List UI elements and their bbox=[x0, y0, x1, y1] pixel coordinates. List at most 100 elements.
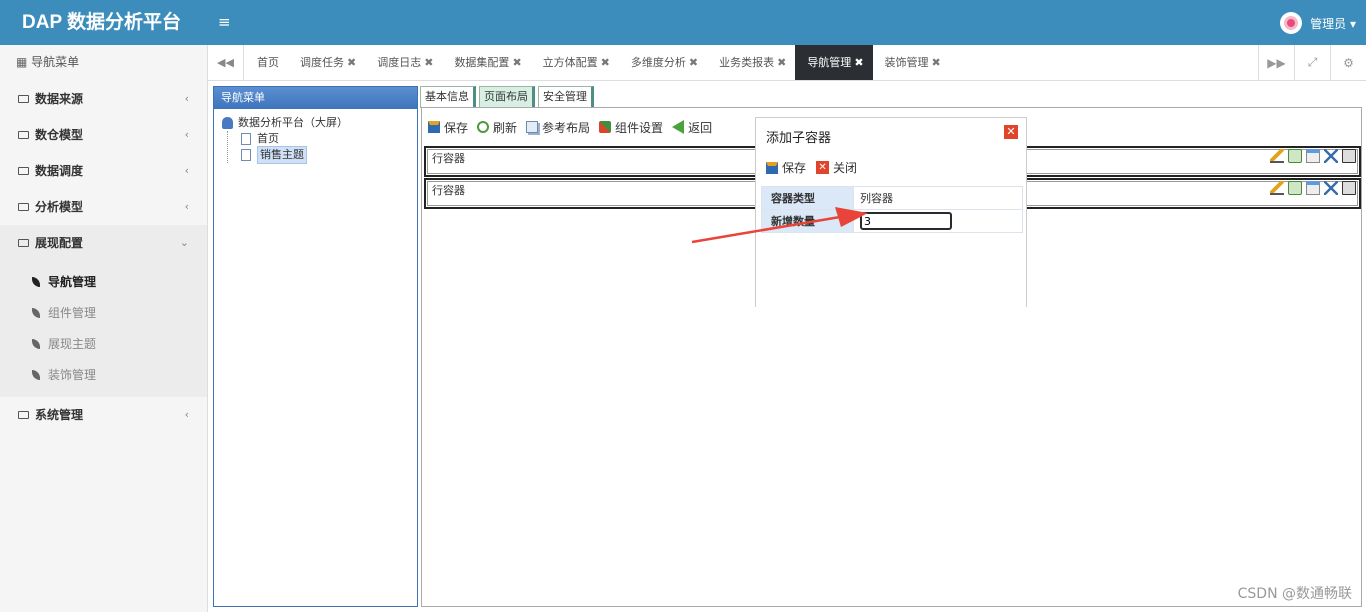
leaf-icon bbox=[32, 276, 40, 287]
chevron-left-icon: ‹ bbox=[184, 128, 189, 141]
delete-icon[interactable] bbox=[1342, 149, 1356, 163]
move-icon[interactable] bbox=[1324, 181, 1338, 195]
sidebar-subitem-display-theme[interactable]: 展现主题 bbox=[0, 329, 207, 360]
tab-label: 导航管理 bbox=[807, 56, 852, 69]
count-input[interactable] bbox=[860, 212, 952, 230]
sidebar-subitem-nav-manage[interactable]: 导航管理 bbox=[0, 267, 207, 298]
component-settings-label: 组件设置 bbox=[615, 120, 664, 135]
leaf-icon bbox=[32, 338, 40, 349]
folder-icon bbox=[18, 94, 29, 103]
grid-icon: ▦ bbox=[16, 55, 32, 69]
tab-label: 装饰管理 bbox=[884, 56, 929, 69]
chevron-down-icon: ⌄ bbox=[179, 236, 189, 249]
app-brand[interactable]: DAP 数据分析平台 bbox=[0, 0, 208, 45]
sidebar-item-display-config[interactable]: 展现配置 ⌄ bbox=[0, 225, 207, 261]
reference-layout-label: 参考布局 bbox=[542, 120, 591, 135]
close-icon[interactable]: ✖ bbox=[689, 56, 698, 69]
save-button[interactable]: 保存 bbox=[428, 119, 468, 136]
chevron-left-icon: ‹ bbox=[184, 408, 189, 421]
insert-icon[interactable] bbox=[1306, 149, 1320, 163]
tab-schedule-task[interactable]: 调度任务 ✖ bbox=[288, 45, 365, 80]
tab-label: 调度日志 bbox=[377, 56, 422, 69]
sidebar-item-analysis-model[interactable]: 分析模型 ‹ bbox=[0, 189, 207, 225]
sidebar-item-label: 数仓模型 bbox=[35, 128, 84, 142]
tree-root[interactable]: 数据分析平台（大屏） bbox=[222, 115, 417, 131]
tab-label: 调度任务 bbox=[300, 56, 344, 69]
close-icon[interactable]: ✕ bbox=[1004, 125, 1018, 139]
move-icon[interactable] bbox=[1324, 149, 1338, 163]
subtab-security[interactable]: 安全管理 bbox=[538, 86, 594, 108]
sidebar-item-system-manage[interactable]: 系统管理 ‹ bbox=[0, 397, 207, 433]
sidebar-subitem-component-manage[interactable]: 组件管理 bbox=[0, 298, 207, 329]
dialog-save-label: 保存 bbox=[782, 161, 807, 175]
close-icon[interactable]: ✖ bbox=[932, 56, 941, 69]
close-icon[interactable]: ✖ bbox=[601, 56, 610, 69]
tab-label: 首页 bbox=[257, 56, 279, 69]
scroll-right-icon[interactable]: ▶▶ bbox=[1258, 45, 1294, 80]
folder-icon bbox=[18, 202, 29, 211]
tab-home[interactable]: 首页 bbox=[245, 45, 288, 80]
layout-toolbar: 保存 刷新 参考布局 组件设置 返回 bbox=[428, 118, 721, 136]
fullscreen-icon[interactable]: ⤢ bbox=[1294, 45, 1330, 80]
close-icon[interactable]: ✖ bbox=[854, 56, 863, 69]
subitem-label: 装饰管理 bbox=[48, 368, 97, 382]
add-child-icon[interactable] bbox=[1288, 149, 1302, 163]
subitem-label: 展现主题 bbox=[48, 337, 97, 351]
tab-business-report[interactable]: 业务类报表 ✖ bbox=[707, 45, 795, 80]
tab-nav-manage[interactable]: 导航管理 ✖ bbox=[795, 45, 873, 80]
copy-icon bbox=[526, 121, 539, 133]
tree-root-label: 数据分析平台（大屏） bbox=[238, 116, 348, 129]
tab-label: 多维度分析 bbox=[630, 56, 686, 69]
leaf-icon bbox=[32, 307, 40, 318]
tab-decoration-manage[interactable]: 装饰管理 ✖ bbox=[873, 45, 950, 80]
tab-dataset-config[interactable]: 数据集配置 ✖ bbox=[442, 45, 530, 80]
dialog-save-button[interactable]: 保存 bbox=[766, 159, 806, 176]
tab-cube-config[interactable]: 立方体配置 ✖ bbox=[531, 45, 619, 80]
sidebar-subitem-decoration-manage[interactable]: 装饰管理 bbox=[0, 360, 207, 391]
tree-node-label: 首页 bbox=[257, 132, 279, 145]
dialog-close-label: 关闭 bbox=[833, 161, 858, 175]
location-pin-icon bbox=[1284, 16, 1299, 30]
insert-icon[interactable] bbox=[1306, 181, 1320, 195]
sidebar-item-label: 系统管理 bbox=[35, 408, 84, 422]
close-icon[interactable]: ✖ bbox=[424, 56, 433, 69]
watermark: CSDN @数通畅联 bbox=[1237, 586, 1352, 602]
tab-multidim-analysis[interactable]: 多维度分析 ✖ bbox=[619, 45, 707, 80]
edit-icon[interactable] bbox=[1270, 181, 1284, 195]
document-icon bbox=[241, 149, 251, 161]
tree-node-sales-topic[interactable]: 销售主题 bbox=[241, 146, 417, 164]
sidebar-item-warehouse-model[interactable]: 数仓模型 ‹ bbox=[0, 117, 207, 153]
dialog-title: 添加子容器 bbox=[766, 131, 832, 146]
gear-icon[interactable]: ⚙ bbox=[1330, 45, 1366, 80]
tab-schedule-log[interactable]: 调度日志 ✖ bbox=[365, 45, 442, 80]
edit-icon[interactable] bbox=[1270, 149, 1284, 163]
tree-node-label: 销售主题 bbox=[257, 146, 307, 164]
delete-icon[interactable] bbox=[1342, 181, 1356, 195]
close-icon[interactable]: ✖ bbox=[347, 56, 356, 69]
row-container-label: 行容器 bbox=[432, 184, 465, 197]
dialog-form: 容器类型 列容器 新增数量 bbox=[761, 186, 1023, 233]
reference-layout-button[interactable]: 参考布局 bbox=[526, 119, 590, 136]
dialog-close-button[interactable]: ✕ 关闭 bbox=[816, 159, 857, 176]
component-settings-button[interactable]: 组件设置 bbox=[599, 119, 663, 136]
menu-toggle-icon[interactable]: ≡ bbox=[218, 12, 231, 32]
scroll-left-icon[interactable]: ◀◀ bbox=[208, 45, 244, 80]
user-menu[interactable]: 管理员 ▾ bbox=[1280, 11, 1356, 35]
back-arrow-icon bbox=[672, 120, 685, 134]
dialog-toolbar: 保存 ✕ 关闭 bbox=[766, 159, 867, 176]
add-child-icon[interactable] bbox=[1288, 181, 1302, 195]
back-button[interactable]: 返回 bbox=[672, 119, 712, 136]
sidebar-item-data-source[interactable]: 数据来源 ‹ bbox=[0, 81, 207, 117]
sidebar-header: ▦ 导航菜单 bbox=[0, 45, 207, 81]
subtab-basic-info[interactable]: 基本信息 bbox=[420, 86, 476, 108]
refresh-button[interactable]: 刷新 bbox=[477, 119, 517, 136]
tree-node-home[interactable]: 首页 bbox=[241, 131, 417, 147]
close-icon[interactable]: ✖ bbox=[777, 56, 786, 69]
subtab-page-layout[interactable]: 页面布局 bbox=[479, 86, 535, 108]
sidebar-item-label: 分析模型 bbox=[35, 200, 84, 214]
sidebar-item-data-schedule[interactable]: 数据调度 ‹ bbox=[0, 153, 207, 189]
user-name: 管理员 ▾ bbox=[1310, 16, 1356, 31]
close-icon[interactable]: ✖ bbox=[512, 56, 521, 69]
chevron-left-icon: ‹ bbox=[184, 164, 189, 177]
save-label: 保存 bbox=[444, 120, 469, 135]
